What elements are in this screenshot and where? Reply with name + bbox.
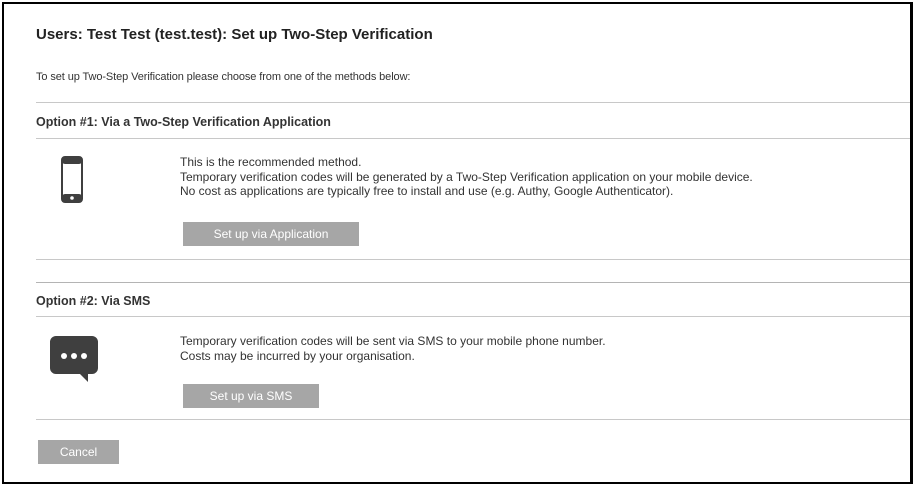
mobile-phone-icon [61, 156, 83, 203]
dialog-frame: Users: Test Test (test.test): Set up Two… [2, 2, 913, 484]
option-2-title: Option #2: Via SMS [36, 294, 151, 308]
intro-text: To set up Two-Step Verification please c… [36, 71, 411, 83]
option-2-line: Temporary verification codes will be sen… [180, 334, 606, 348]
option-2-description: Temporary verification codes will be sen… [180, 334, 606, 363]
option-1-description: This is the recommended method. Temporar… [180, 155, 753, 199]
divider [36, 316, 910, 317]
divider [36, 419, 910, 420]
page-title: Users: Test Test (test.test): Set up Two… [36, 26, 433, 43]
divider [36, 138, 910, 139]
sms-chat-bubble-icon [50, 336, 98, 382]
cancel-button[interactable]: Cancel [38, 440, 119, 464]
option-1-line: No cost as applications are typically fr… [180, 184, 674, 199]
option-2-line: Costs may be incurred by your organisati… [180, 348, 415, 363]
option-1-line: Temporary verification codes will be gen… [180, 169, 753, 184]
divider [36, 102, 910, 103]
setup-via-sms-button[interactable]: Set up via SMS [183, 384, 319, 408]
divider [36, 282, 910, 283]
option-1-title: Option #1: Via a Two-Step Verification A… [36, 115, 331, 129]
option-1-line: This is the recommended method. [180, 155, 362, 169]
divider [36, 259, 910, 260]
setup-via-application-button[interactable]: Set up via Application [183, 222, 359, 246]
